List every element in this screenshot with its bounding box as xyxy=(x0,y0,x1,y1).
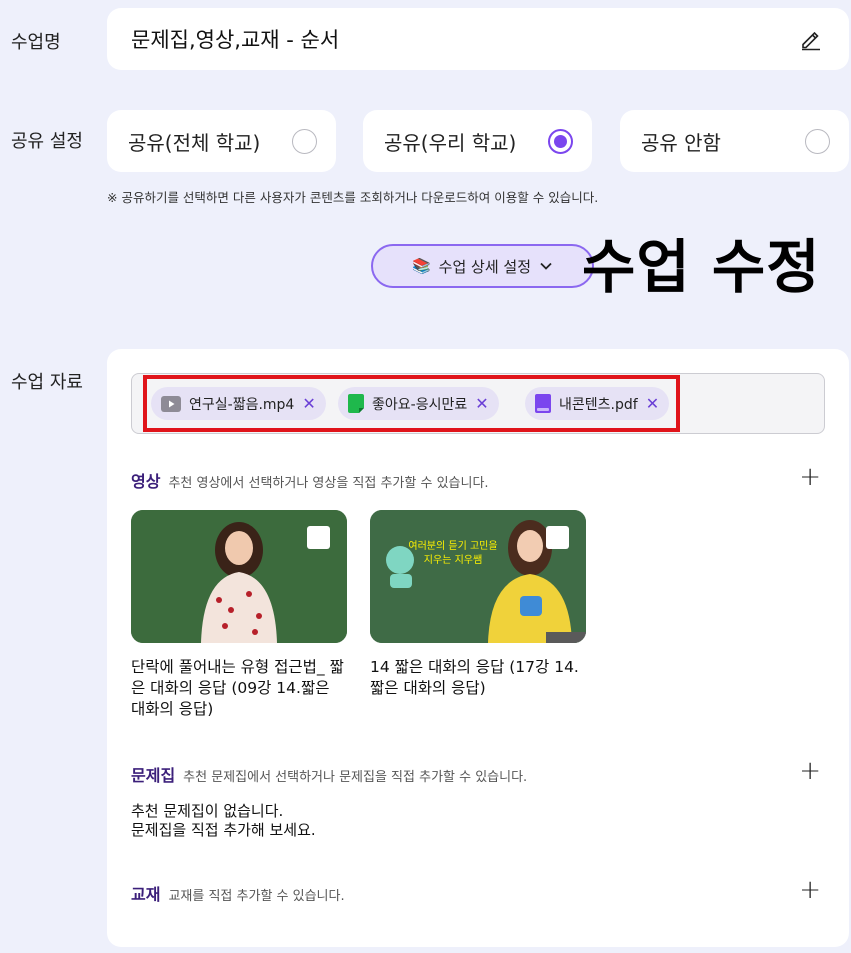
detail-settings-label: 수업 상세 설정 xyxy=(438,257,532,276)
chevron-down-icon xyxy=(540,262,552,270)
highlight-frame xyxy=(143,375,680,432)
textbook-section-description: 교재를 직접 추가할 수 있습니다. xyxy=(168,889,345,904)
empty-line: 추천 문제집이 없습니다. xyxy=(131,802,284,820)
add-workbook-button[interactable]: + xyxy=(799,758,821,784)
add-textbook-button[interactable]: + xyxy=(799,877,821,903)
video-checkbox[interactable] xyxy=(546,526,569,549)
share-option-all-schools[interactable]: 공유(전체 학교) xyxy=(107,110,336,172)
workbook-section-header: 문제집 추천 문제집에서 선택하거나 문제집을 직접 추가할 수 있습니다. xyxy=(131,762,527,786)
add-video-button[interactable]: + xyxy=(799,464,821,490)
detail-settings-button[interactable]: 📚 수업 상세 설정 xyxy=(371,244,594,288)
video-section-title: 영상 xyxy=(131,472,161,491)
workbook-empty-message: 추천 문제집이 없습니다. 문제집을 직접 추가해 보세요. xyxy=(131,802,316,840)
video-title: 단락에 풀어내는 유형 접근법_ 짧은 대화의 응답 (09강 14.짧은 대화… xyxy=(131,658,344,718)
video-section-description: 추천 영상에서 선택하거나 영상을 직접 추가할 수 있습니다. xyxy=(168,476,489,491)
radio-button[interactable] xyxy=(805,129,830,154)
share-option-label: 공유 안함 xyxy=(641,130,721,155)
video-checkbox[interactable] xyxy=(307,526,330,549)
share-option-none[interactable]: 공유 안함 xyxy=(620,110,849,172)
share-setting-label: 공유 설정 xyxy=(11,131,83,152)
video-title: 14 짧은 대화의 응답 (17강 14. 짧은 대화의 응답) xyxy=(370,658,579,697)
share-option-our-school[interactable]: 공유(우리 학교) xyxy=(363,110,592,172)
video-card[interactable]: 여러분의 듣기 고민을 지우는 지우쌤 14 짧은 대화의 응답 (17강 14… xyxy=(370,510,586,699)
textbook-section-header: 교재 교재를 직접 추가할 수 있습니다. xyxy=(131,881,345,905)
video-card[interactable]: 단락에 풀어내는 유형 접근법_ 짧은 대화의 응답 (09강 14.짧은 대화… xyxy=(131,510,347,720)
empty-line: 문제집을 직접 추가해 보세요. xyxy=(131,821,316,839)
materials-panel: 연구실-짧음.mp4 ✕ 좋아요-응시만료 ✕ 내콘텐츠.pdf ✕ 영상 추천… xyxy=(107,349,849,947)
materials-label: 수업 자료 xyxy=(11,372,83,393)
thumbnail-caption: 여러분의 듣기 고민을 지우는 지우쌤 xyxy=(408,541,498,566)
class-name-label: 수업명 xyxy=(11,32,61,53)
pencil-icon[interactable] xyxy=(799,27,823,51)
radio-button-selected[interactable] xyxy=(548,129,573,154)
video-thumbnail xyxy=(131,510,347,643)
share-option-label: 공유(전체 학교) xyxy=(128,130,261,155)
video-thumbnail: 여러분의 듣기 고민을 지우는 지우쌤 xyxy=(370,510,586,643)
overlay-page-title: 수업 수정 xyxy=(582,233,821,301)
radio-button[interactable] xyxy=(292,129,317,154)
workbook-section-title: 문제집 xyxy=(131,766,176,785)
class-name-value: 문제집,영상,교재 - 순서 xyxy=(131,28,340,52)
class-name-field[interactable]: 문제집,영상,교재 - 순서 xyxy=(107,8,849,70)
share-option-label: 공유(우리 학교) xyxy=(384,130,517,155)
selected-materials-area: 연구실-짧음.mp4 ✕ 좋아요-응시만료 ✕ 내콘텐츠.pdf ✕ xyxy=(131,373,825,434)
workbook-section-description: 추천 문제집에서 선택하거나 문제집을 직접 추가할 수 있습니다. xyxy=(183,770,528,785)
textbook-section-title: 교재 xyxy=(131,885,161,904)
share-notice: ※ 공유하기를 선택하면 다른 사용자가 콘텐츠를 조회하거나 다운로드하여 이… xyxy=(107,190,599,205)
video-section-header: 영상 추천 영상에서 선택하거나 영상을 직접 추가할 수 있습니다. xyxy=(131,468,489,492)
books-icon: 📚 xyxy=(411,257,431,275)
